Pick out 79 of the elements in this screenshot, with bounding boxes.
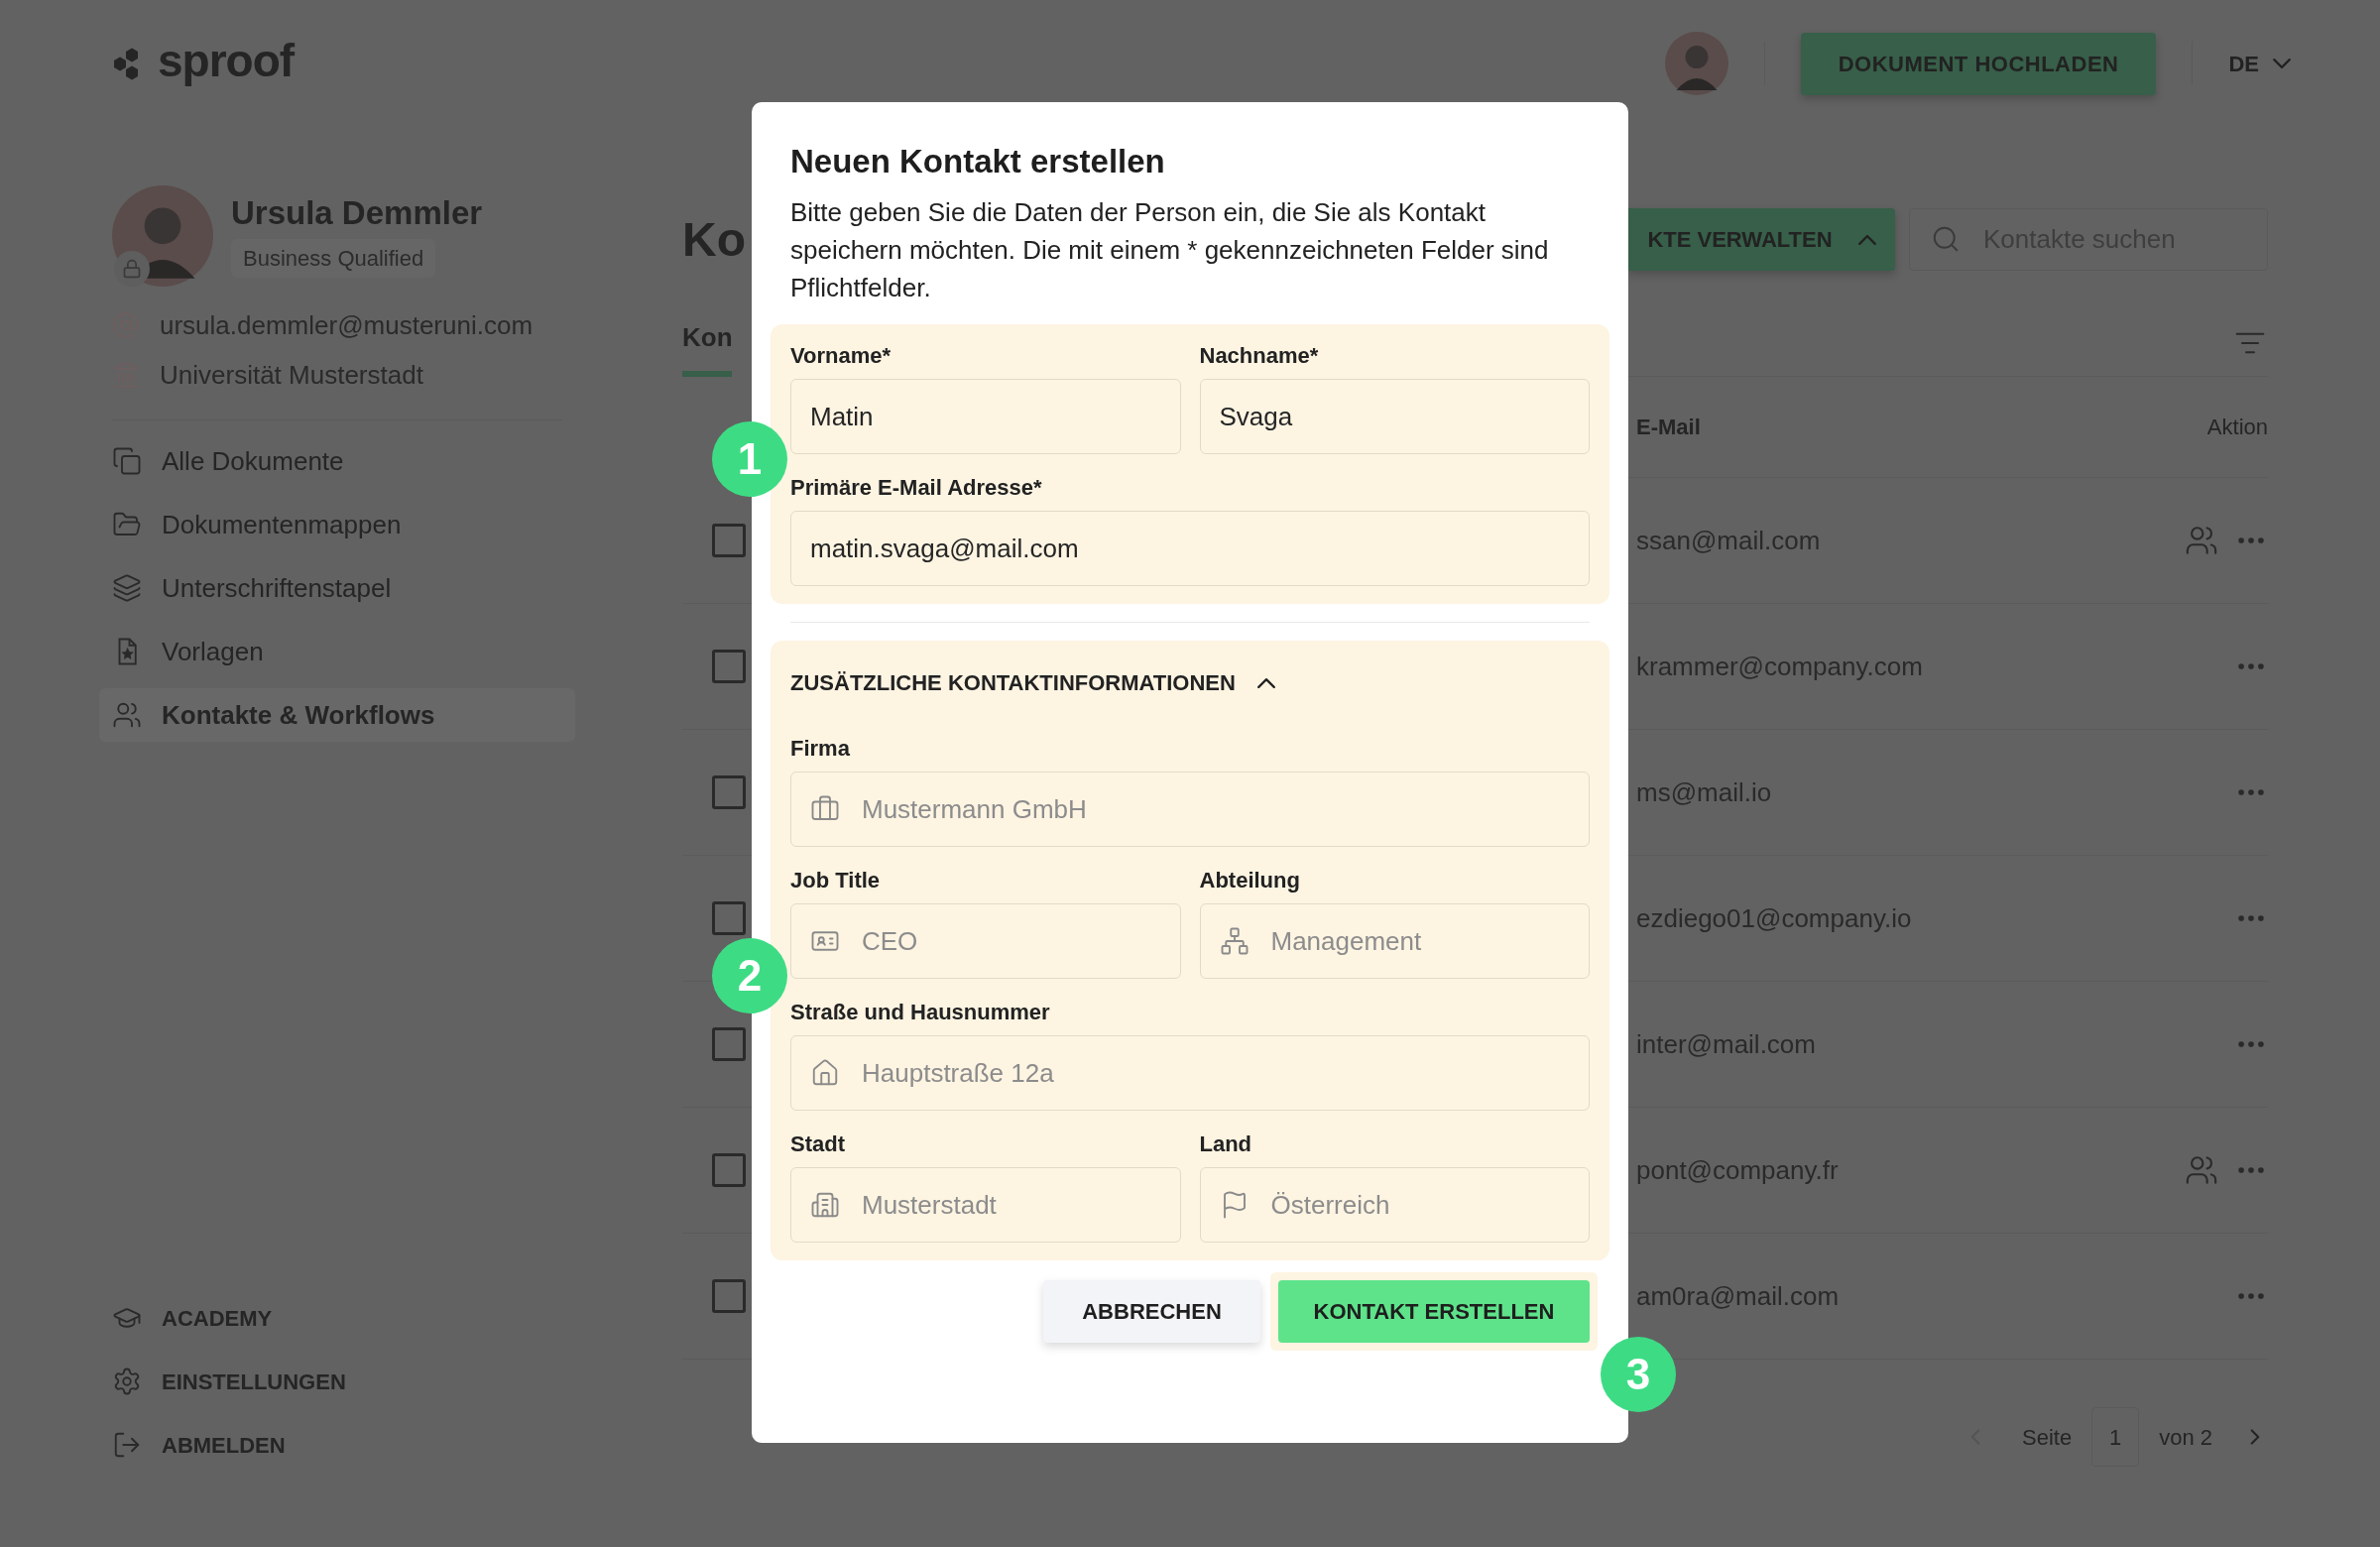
field-label: Primäre E-Mail Adresse* (790, 474, 1043, 502)
create-contact-button[interactable]: KONTAKT ERSTELLEN (1278, 1280, 1590, 1343)
qualification-badge: Business Qualified (231, 239, 436, 278)
input-field[interactable]: matin.svaga@mail.com (790, 511, 1590, 586)
chevron-up-icon (1857, 234, 1876, 245)
search-icon (1931, 224, 1961, 254)
step-badge: 1 (712, 421, 787, 497)
footer-nav-item[interactable]: ACADEMY (99, 1295, 575, 1341)
tab[interactable]: Kon (682, 317, 752, 357)
field-label: Land (1199, 1130, 1253, 1158)
input-field[interactable]: Musterstadt (790, 1167, 1181, 1243)
settings-icon (112, 1367, 142, 1396)
section-toggle[interactable]: ZUSÄTZLICHE KONTAKTINFORMATIONEN (790, 666, 1275, 699)
cancel-button[interactable]: ABBRECHEN (1043, 1280, 1260, 1343)
avatar (1664, 32, 1728, 95)
dialog-description: Bitte geben Sie die Daten der Person ein, die Sie als Kontakt speichern möchten. Die mit einem * gekennzeichneten Felder sind Pflichtfelder. (789, 196, 1550, 304)
email-cell-text: am0ra@mail.com (1636, 1279, 1840, 1313)
language-select[interactable]: DE (2228, 47, 2291, 80)
lock-icon (122, 259, 142, 279)
logout-icon (112, 1430, 142, 1460)
field-label: Abteilung (1199, 867, 1301, 894)
checkbox[interactable] (712, 775, 746, 809)
field-label: Firma (790, 735, 851, 763)
upload-button[interactable]: DOKUMENT HOCHLADEN (1800, 32, 2157, 95)
building-icon (810, 1190, 840, 1220)
field-label: Vorname* (790, 342, 892, 370)
email-cell-text: inter@mail.com (1636, 1027, 1816, 1061)
profile-organization: Universität Musterstadt (160, 358, 423, 392)
chevron-up-icon (1256, 677, 1275, 688)
page-number[interactable]: 1 (2091, 1407, 2140, 1467)
input-field[interactable]: Management (1199, 903, 1590, 979)
users-icon[interactable] (2185, 1153, 2218, 1187)
profile-name: Ursula Demmler (231, 193, 483, 233)
input-field[interactable]: CEO (790, 903, 1181, 979)
checkbox[interactable] (712, 524, 746, 557)
documents-icon (112, 446, 142, 476)
input-field[interactable]: Mustermann GmbH (790, 772, 1590, 847)
checkbox[interactable] (712, 901, 746, 935)
input-field[interactable]: Svaga (1199, 379, 1590, 454)
users-icon[interactable] (2185, 524, 2218, 557)
checkbox[interactable] (712, 1027, 746, 1061)
nav-item[interactable]: Kontakte & Workflows (99, 688, 575, 742)
step-badge: 3 (1601, 1337, 1676, 1412)
users-icon (112, 700, 142, 730)
org-chart-icon (1219, 926, 1250, 956)
input-field[interactable]: Österreich (1199, 1167, 1590, 1243)
email-cell-text: ezdiego01@company.io (1636, 901, 1912, 935)
field-label: Straße und Hausnummer (790, 999, 1051, 1026)
nav-item[interactable]: Unterschriftenstapel (99, 561, 575, 615)
logo-text: sproof (158, 38, 295, 88)
dialog-title: Neuen Kontakt erstellen (789, 142, 1166, 181)
nav-item[interactable]: Vorlagen (99, 625, 575, 678)
email-cell-text: krammer@company.com (1636, 650, 1923, 683)
manage-contacts-button[interactable]: KTE VERWALTEN (1628, 208, 1895, 271)
footer-nav-item[interactable]: EINSTELLUNGEN (99, 1359, 575, 1404)
input-field[interactable]: Hauptstraße 12a (790, 1035, 1590, 1111)
checkbox[interactable] (712, 650, 746, 683)
checkbox[interactable] (712, 1279, 746, 1313)
nav-item[interactable]: Alle Dokumente (99, 434, 575, 488)
checkbox[interactable] (712, 1153, 746, 1187)
field-label: Job Title (790, 867, 882, 894)
footer-nav-item[interactable]: ABMELDEN (99, 1422, 575, 1468)
page-title: Ko (682, 212, 747, 268)
step-badge: 2 (712, 938, 787, 1013)
field-label: Nachname* (1199, 342, 1320, 370)
chevron-down-icon (2273, 59, 2291, 68)
field-label: Stadt (790, 1130, 846, 1158)
email-cell-text: pont@company.fr (1636, 1153, 1839, 1187)
email-cell-text: ms@mail.io (1636, 775, 1772, 809)
house-icon (810, 1058, 840, 1088)
layers-icon (112, 573, 142, 603)
profile-email: ursula.demmler@musteruni.com (160, 308, 534, 342)
input-field[interactable]: Matin (790, 379, 1181, 454)
page-total: von 2 (2159, 1423, 2212, 1452)
email-cell-text: ssan@mail.com (1636, 524, 1821, 557)
column-header: E-Mail (1636, 414, 1701, 441)
nav-item[interactable]: Dokumentenmappen (99, 498, 575, 551)
column-header: Aktion (2206, 414, 2268, 441)
page-label: Seite (2022, 1423, 2073, 1452)
